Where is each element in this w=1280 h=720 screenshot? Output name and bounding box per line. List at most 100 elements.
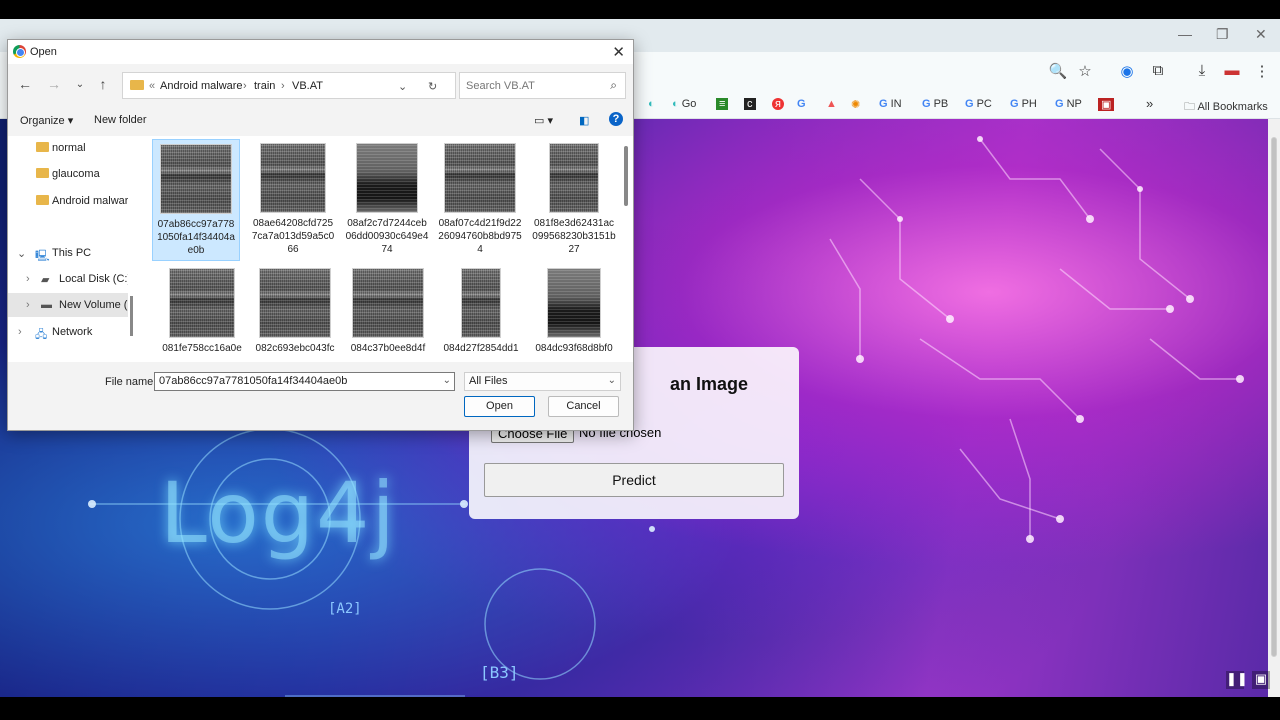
chevron-down-icon[interactable]: ⌄ [17, 247, 26, 260]
file-thumbnail [461, 268, 501, 338]
file-list-scrollbar[interactable] [620, 136, 633, 362]
drive-icon: ▬ [41, 299, 52, 311]
bookmark-orange-icon[interactable]: ✺ [851, 98, 860, 111]
search-input[interactable]: Search VB.AT ⌕ [459, 72, 626, 99]
bookmark-pb[interactable]: G PB [922, 98, 948, 110]
forward-icon[interactable]: → [45, 76, 63, 92]
nav-item-this-pc[interactable]: ⌄ 🖳 This PC [8, 241, 128, 265]
refresh-icon[interactable]: ↻ [428, 80, 437, 93]
open-file-dialog: Open ✕ ← → ⌄ ↑ « Android malware › train… [7, 39, 634, 431]
nav-item-local-disk[interactable]: › ▰ Local Disk (C:) [8, 267, 128, 291]
file-type-select[interactable]: All Files ⌄ [464, 372, 621, 391]
page-scrollbar[interactable] [1268, 119, 1280, 697]
file-thumbnail [444, 143, 516, 213]
bookmark-star-icon[interactable]: ☆ [1074, 62, 1096, 80]
file-list: 07ab86cc97a7781050fa14f34404ae0b 08ae642… [136, 136, 620, 362]
bookmark-icon[interactable]: ◐ [648, 98, 655, 110]
file-item[interactable]: 081fe758cc16a0e [158, 264, 246, 355]
network-icon: 🖧 [35, 329, 48, 341]
file-item[interactable]: 08af2c7d7244ceb06dd00930c649e474 [343, 139, 431, 256]
file-item[interactable]: 08ae64208cfd7257ca7a013d59a5c066 [249, 139, 337, 256]
file-item[interactable]: 082c693ebc043fc [251, 264, 339, 355]
bookmark-in[interactable]: G IN [879, 98, 902, 110]
bookmark-ph[interactable]: G PH [1010, 98, 1037, 110]
file-item[interactable]: 08af07c4d21f9d2226094760b8bd9754 [436, 139, 524, 256]
file-item[interactable]: 084dc93f68d8bf0 [530, 264, 618, 355]
chevron-right-icon: › [281, 80, 285, 92]
breadcrumb-train[interactable]: train [254, 80, 275, 92]
bookmark-red-icon[interactable]: я [772, 98, 784, 110]
file-item[interactable]: 07ab86cc97a7781050fa14f34404ae0b [152, 139, 240, 261]
pause-icon[interactable]: ❚❚ [1226, 671, 1248, 689]
open-button[interactable]: Open [464, 396, 535, 417]
bottom-letterbox [0, 697, 1280, 720]
preview-pane-icon[interactable]: ◧ [579, 114, 589, 127]
organize-button[interactable]: Organize ▾ [20, 114, 73, 127]
chrome-icon [13, 45, 26, 58]
breadcrumb-android-malware[interactable]: Android malware [160, 80, 243, 92]
file-name-label: File name: [105, 376, 157, 388]
chevron-right-icon[interactable]: › [18, 326, 22, 338]
extension-icon[interactable]: ◉ [1116, 62, 1138, 80]
chevron-down-icon[interactable]: ⌄ [398, 80, 407, 93]
close-icon[interactable]: ✕ [612, 43, 625, 61]
nav-item-new-volume[interactable]: › ▬ New Volume (I [8, 293, 128, 317]
download-icon[interactable]: ⤓ [1191, 62, 1213, 79]
bookmark-green-icon[interactable]: ≡ [716, 98, 729, 110]
predict-button[interactable]: Predict [484, 463, 784, 497]
command-bar: Organize ▾ New folder ▭ ▾ ◧ ? [8, 108, 633, 134]
file-item[interactable]: 084d27f2854dd1 [437, 264, 525, 355]
recent-locations-icon[interactable]: ⌄ [71, 79, 89, 90]
file-item[interactable]: 084c37b0ee8d4f [344, 264, 432, 355]
breadcrumb-overflow-icon[interactable]: « [149, 80, 155, 92]
dialog-titlebar: Open ✕ [8, 40, 633, 64]
file-thumbnail [356, 143, 418, 213]
chevron-right-icon[interactable]: › [26, 299, 30, 311]
cancel-button[interactable]: Cancel [548, 396, 619, 417]
folder-icon [36, 168, 49, 178]
breadcrumb-vbat[interactable]: VB.AT [292, 80, 323, 92]
nav-item-glaucoma[interactable]: glaucoma [8, 162, 128, 186]
help-icon[interactable]: ? [609, 112, 623, 126]
bookmark-g1[interactable]: G [797, 98, 809, 110]
extensions-puzzle-icon[interactable]: ⧉ [1147, 62, 1169, 79]
menu-icon[interactable]: ⋮ [1251, 62, 1273, 80]
chevron-right-icon[interactable]: › [26, 273, 30, 285]
nav-item-network[interactable]: › 🖧 Network [8, 320, 128, 344]
view-options-icon[interactable]: ▭ ▾ [534, 114, 553, 127]
dialog-nav-row: ← → ⌄ ↑ « Android malware › train › VB.A… [8, 68, 633, 102]
bookmark-dark-icon[interactable]: c [744, 98, 756, 110]
folder-icon [36, 142, 49, 152]
all-bookmarks[interactable]: 🗀 All Bookmarks [1184, 98, 1268, 117]
close-window-icon[interactable]: ✕ [1255, 26, 1267, 43]
restore-icon[interactable]: ❐ [1216, 26, 1229, 43]
file-name-input[interactable]: 07ab86cc97a7781050fa14f34404ae0b ⌄ [154, 372, 455, 391]
folder-icon [36, 195, 49, 205]
minimize-icon[interactable]: — [1178, 26, 1192, 42]
zoom-icon[interactable]: 🔍 [1047, 62, 1069, 80]
tag-b3: [B3] [480, 663, 519, 682]
bookmark-pc[interactable]: G PC [965, 98, 992, 110]
more-bookmarks-icon[interactable]: » [1146, 96, 1153, 111]
up-icon[interactable]: ↑ [94, 76, 112, 92]
back-icon[interactable]: ← [16, 76, 34, 92]
profile-icon[interactable]: ▬ [1221, 62, 1243, 79]
bookmark-pdf-icon[interactable]: ▣ [1098, 98, 1115, 111]
pip-icon[interactable]: ▣ [1252, 671, 1270, 689]
screen: — ❐ ✕ 🔍 ☆ ◉ ⧉ ⤓ ▬ ⋮ ◐ ◐ Go ≡ c я G ▲ ✺ G… [0, 19, 1280, 697]
file-thumbnail [549, 143, 599, 213]
new-folder-button[interactable]: New folder [94, 114, 147, 126]
file-item[interactable]: 081f8e3d62431ac099568230b3151b27 [530, 139, 618, 256]
folder-icon [130, 80, 144, 90]
nav-item-normal[interactable]: normal [8, 136, 128, 160]
bookmark-np[interactable]: G NP [1055, 98, 1082, 110]
address-bar[interactable]: « Android malware › train › VB.AT ⌄ ↻ [122, 72, 456, 99]
chevron-down-icon[interactable]: ⌄ [443, 375, 451, 386]
search-placeholder: Search VB.AT [466, 80, 535, 92]
nav-item-android-malware[interactable]: Android malwar [8, 189, 128, 213]
bookmark-peak-icon[interactable]: ▲ [826, 98, 837, 110]
chevron-right-icon: › [243, 80, 247, 92]
bookmark-go[interactable]: ◐ Go [672, 98, 696, 110]
file-name-row: File name: 07ab86cc97a7781050fa14f34404a… [8, 370, 633, 394]
nav-pane-scrollbar[interactable] [128, 136, 136, 362]
